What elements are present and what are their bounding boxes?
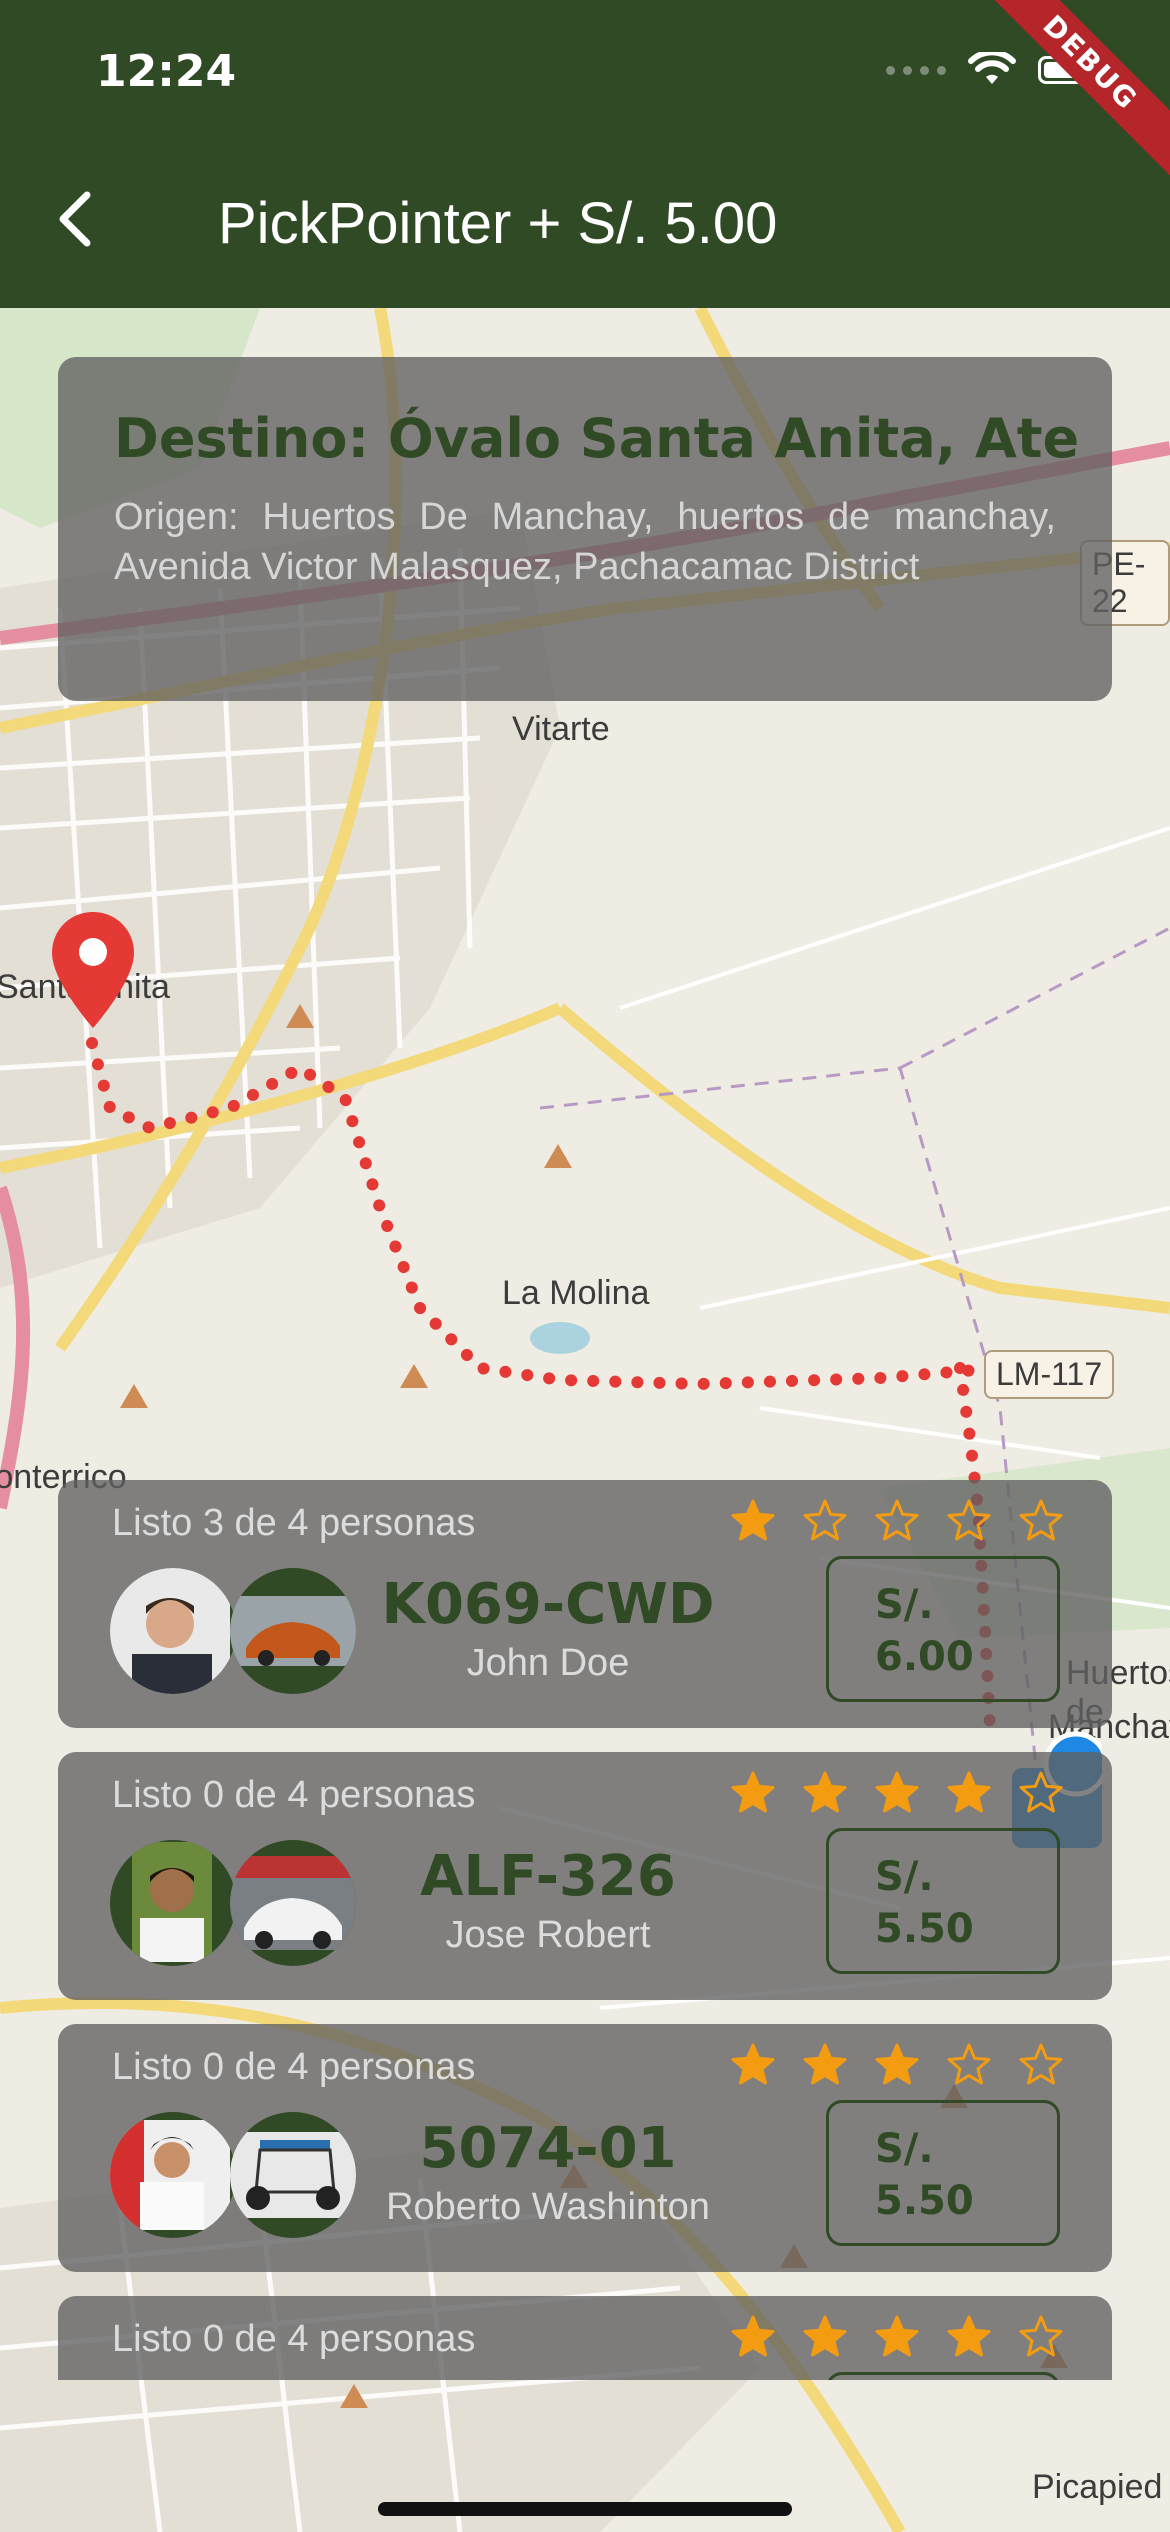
car-photo bbox=[230, 1840, 356, 1966]
car-photo bbox=[230, 2112, 356, 2238]
star-filled-icon bbox=[947, 1771, 991, 1813]
star-outline-icon bbox=[1019, 2315, 1063, 2357]
driver-name: Jose Robert bbox=[445, 1914, 651, 1956]
star-filled-icon bbox=[875, 2315, 919, 2357]
star-filled-icon bbox=[875, 1771, 919, 1813]
status-time: 12:24 bbox=[96, 46, 237, 97]
road-shield-lm117: LM-117 bbox=[984, 1350, 1115, 1399]
star-filled-icon bbox=[803, 2315, 847, 2357]
home-indicator bbox=[378, 2502, 792, 2516]
driver-rating bbox=[730, 1498, 1064, 1544]
star-filled-icon bbox=[803, 2043, 847, 2085]
driver-photos bbox=[110, 1840, 356, 1966]
driver-photos bbox=[110, 2112, 356, 2238]
select-driver-button[interactable]: S/. 5.50 bbox=[826, 2100, 1060, 2246]
star-outline-icon bbox=[1019, 2043, 1063, 2085]
seats-status: Listo 3 de 4 personas bbox=[112, 1502, 476, 1544]
driver-card[interactable]: Listo 0 de 4 personas ALF-326 Jose Rober… bbox=[58, 1752, 1112, 2000]
select-driver-button[interactable] bbox=[826, 2372, 1060, 2380]
driver-rating bbox=[730, 2042, 1064, 2088]
star-filled-icon bbox=[947, 2315, 991, 2357]
license-plate: K069-CWD bbox=[381, 1572, 715, 1637]
price-currency: S/. bbox=[875, 2126, 934, 2172]
driver-photos bbox=[110, 1568, 356, 1694]
debug-banner: DEBUG bbox=[967, 0, 1170, 186]
driver-rating bbox=[730, 1770, 1064, 1816]
star-outline-icon bbox=[875, 1499, 919, 1541]
seats-status: Listo 0 de 4 personas bbox=[112, 1774, 476, 1816]
chevron-left-icon bbox=[59, 191, 91, 247]
driver-card[interactable]: Listo 3 de 4 personas K069-CWD John Doe … bbox=[58, 1480, 1112, 1728]
map-label-picapiedra: Picapied bbox=[1032, 2468, 1163, 2506]
price-currency: S/. bbox=[875, 1582, 934, 1628]
star-filled-icon bbox=[731, 2315, 775, 2357]
seats-status: Listo 0 de 4 personas bbox=[112, 2046, 476, 2088]
page-title: PickPointer + S/. 5.00 bbox=[218, 191, 778, 256]
avatar bbox=[110, 2112, 236, 2238]
destination-title: Destino: Óvalo Santa Anita, Ate bbox=[114, 407, 1080, 470]
star-outline-icon bbox=[1019, 1771, 1063, 1813]
origin-address: Origen: Huertos De Manchay, huertos de m… bbox=[114, 496, 1056, 588]
star-outline-icon bbox=[1019, 1499, 1063, 1541]
select-driver-button[interactable]: S/. 5.50 bbox=[826, 1828, 1060, 1974]
star-outline-icon bbox=[947, 2043, 991, 2085]
license-plate: 5074-01 bbox=[419, 2116, 677, 2181]
avatar bbox=[110, 1840, 236, 1966]
seats-status: Listo 0 de 4 personas bbox=[112, 2318, 476, 2360]
star-outline-icon bbox=[947, 1499, 991, 1541]
price-currency: S/. bbox=[875, 1854, 934, 1900]
avatar bbox=[110, 1568, 236, 1694]
star-filled-icon bbox=[731, 1771, 775, 1813]
location-pin-icon[interactable] bbox=[48, 908, 138, 1032]
driver-name: John Doe bbox=[466, 1642, 630, 1684]
price-value: 5.50 bbox=[875, 1906, 974, 1952]
driver-rating bbox=[730, 2314, 1064, 2360]
star-filled-icon bbox=[731, 1499, 775, 1541]
route-info-card: Destino: Óvalo Santa Anita, Ate Origen: … bbox=[58, 357, 1112, 701]
price-value: 6.00 bbox=[875, 1634, 974, 1680]
wifi-icon bbox=[968, 52, 1016, 84]
license-plate: ALF-326 bbox=[420, 1844, 676, 1909]
star-filled-icon bbox=[731, 2043, 775, 2085]
car-photo bbox=[230, 1568, 356, 1694]
back-button[interactable] bbox=[40, 184, 110, 254]
driver-name: Roberto Washinton bbox=[386, 2186, 710, 2228]
star-filled-icon bbox=[875, 2043, 919, 2085]
driver-card[interactable]: Listo 0 de 4 personas bbox=[58, 2296, 1112, 2380]
map-label-vitarte: Vitarte bbox=[512, 710, 610, 748]
driver-list[interactable]: Listo 3 de 4 personas K069-CWD John Doe … bbox=[0, 1480, 1170, 2380]
map-label-la-molina: La Molina bbox=[502, 1274, 650, 1312]
star-filled-icon bbox=[803, 1771, 847, 1813]
driver-card[interactable]: Listo 0 de 4 personas bbox=[58, 2024, 1112, 2272]
cellular-signal-icon bbox=[886, 65, 946, 75]
app-bar: 12:24 DEBUG PickPointer + S/. 5.00 bbox=[0, 0, 1170, 308]
price-value: 5.50 bbox=[875, 2178, 974, 2224]
select-driver-button[interactable]: S/. 6.00 bbox=[826, 1556, 1060, 1702]
star-outline-icon bbox=[803, 1499, 847, 1541]
